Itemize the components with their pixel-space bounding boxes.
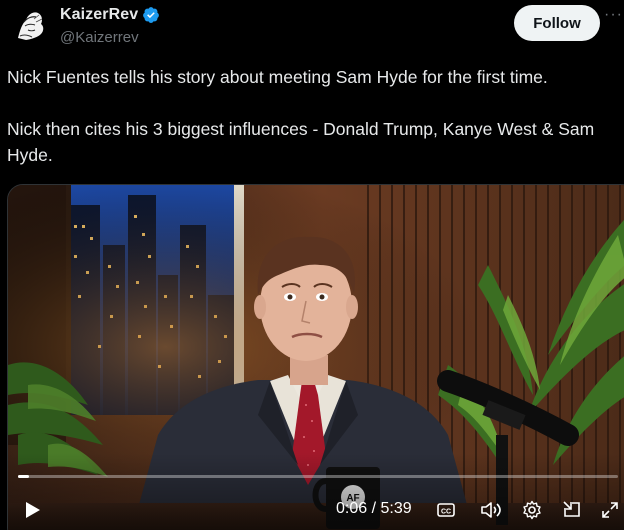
- verified-badge-icon: [142, 6, 160, 24]
- video-time: 0:06 / 5:39: [336, 500, 412, 518]
- follow-button[interactable]: Follow: [514, 5, 600, 41]
- fullscreen-icon[interactable]: [600, 500, 620, 520]
- captions-icon[interactable]: CC: [436, 500, 456, 520]
- video-current-time: 0:06: [336, 500, 368, 517]
- tweet-paragraph: Nick Fuentes tells his story about meeti…: [7, 67, 548, 87]
- author-handle[interactable]: @Kaizerrev: [60, 29, 139, 46]
- tweet-post: KaizerRev @Kaizerrev Follow ··· Nick Fue…: [0, 0, 624, 530]
- avatar-sketch-image: [8, 4, 52, 48]
- video-progress-fill: [18, 475, 29, 478]
- author-display-name[interactable]: KaizerRev: [60, 6, 138, 24]
- video-time-separator: /: [371, 500, 377, 517]
- video-player[interactable]: AF 0:06 / 5:39 CC: [7, 184, 624, 530]
- gear-icon[interactable]: [522, 500, 542, 520]
- more-options-icon[interactable]: ···: [604, 7, 624, 28]
- avatar[interactable]: [8, 4, 52, 48]
- picture-in-picture-icon[interactable]: [562, 500, 582, 520]
- video-progress-bar[interactable]: [18, 475, 618, 478]
- svg-text:CC: CC: [441, 509, 451, 516]
- tweet-text: Nick Fuentes tells his story about meeti…: [7, 64, 617, 168]
- volume-icon[interactable]: [480, 500, 504, 520]
- tweet-paragraph: Nick then cites his 3 biggest influences…: [7, 119, 595, 165]
- video-controls: 0:06 / 5:39 CC: [8, 490, 624, 530]
- video-duration: 5:39: [380, 500, 412, 517]
- author-name-row: KaizerRev: [60, 6, 160, 24]
- play-icon[interactable]: [22, 500, 42, 520]
